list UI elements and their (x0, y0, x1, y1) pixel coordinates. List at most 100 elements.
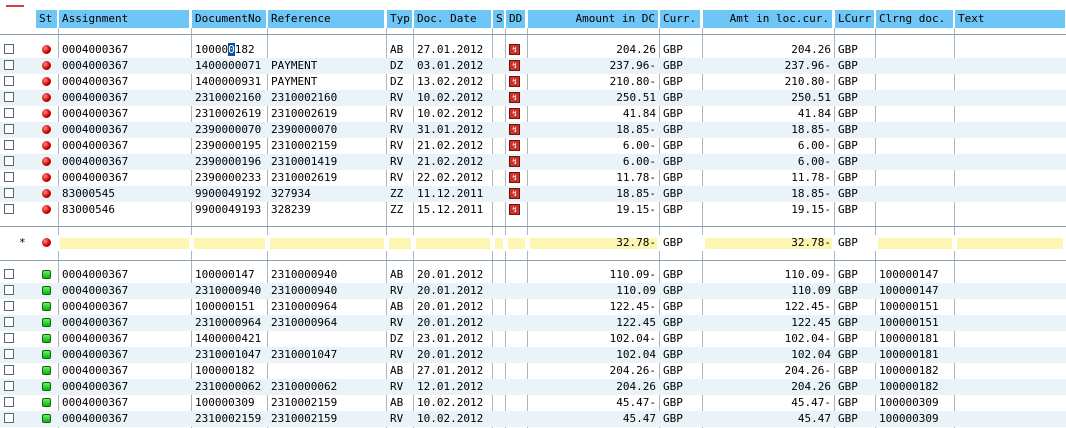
column-header-curr[interactable]: Curr. (660, 10, 701, 28)
row-select-checkbox[interactable] (4, 204, 14, 214)
document-no-cell: 2310000964 (195, 316, 262, 329)
row-select-checkbox[interactable] (4, 140, 14, 150)
amount-dc-cell: 18.85- (616, 123, 656, 136)
row-select-checkbox[interactable] (4, 301, 14, 311)
table-row[interactable]: 0004000367 2310002159 2310002159 RV 10.02.20… (0, 411, 1066, 427)
table-row[interactable]: 0004000367 2310000062 2310000062 RV 12.01.20… (0, 379, 1066, 395)
document-no-cell: 1400000071 (195, 59, 262, 72)
document-display-icon[interactable]: ↯ (509, 124, 520, 135)
subtotal-curr: GBP (663, 236, 683, 249)
column-header-type[interactable]: Typ (387, 10, 413, 28)
document-display-icon[interactable]: ↯ (509, 60, 520, 71)
table-row[interactable]: ↯ 0004000367 1400000071 PAYMENT DZ 03.01.2012… (0, 58, 1066, 74)
row-select-checkbox[interactable] (4, 333, 14, 343)
row-select-checkbox[interactable] (4, 317, 14, 327)
table-row[interactable]: ↯ 0004000367 100000182 AB 27.01.2012 204.26 GB… (0, 42, 1066, 58)
row-select-checkbox[interactable] (4, 172, 14, 182)
row-select-checkbox[interactable] (4, 60, 14, 70)
column-header-s[interactable]: S (493, 10, 505, 28)
document-display-icon[interactable]: ↯ (509, 172, 520, 183)
document-no-cell: 100000309 (195, 396, 255, 409)
table-row[interactable]: ↯ 0004000367 2390000233 2310002619 RV 22.02.2… (0, 170, 1066, 186)
document-no-cell: 2390000196 (195, 155, 262, 168)
reference-cell: 328239 (271, 203, 311, 216)
table-row[interactable]: ↯ 0004000367 1400000931 PAYMENT DZ 13.02.2012… (0, 74, 1066, 90)
row-select-checkbox[interactable] (4, 44, 14, 54)
column-header-assignment[interactable]: Assignment (59, 10, 190, 28)
column-header-amount-dc[interactable]: Amount in DC (528, 10, 659, 28)
row-select-checkbox[interactable] (4, 124, 14, 134)
reference-cell: PAYMENT (271, 75, 318, 88)
document-display-icon[interactable]: ↯ (509, 188, 520, 199)
document-display-icon[interactable]: ↯ (509, 76, 520, 87)
type-cell: RV (390, 155, 404, 168)
assignment-cell: 0004000367 (62, 123, 129, 136)
column-header-clrng-doc[interactable]: Clrng doc. (876, 10, 954, 28)
table-row[interactable]: ↯ 0004000367 2390000195 2310002159 RV 21.02.2… (0, 138, 1066, 154)
clrng-doc-cell (876, 106, 954, 122)
curr-cell: GBP (663, 284, 683, 297)
column-header-lcurr[interactable]: LCurr (835, 10, 875, 28)
table-row[interactable]: 0004000367 2310000964 2310000964 RV 20.01.20… (0, 315, 1066, 331)
row-select-checkbox[interactable] (4, 413, 14, 423)
table-row[interactable]: 0004000367 100000309 2310002159 AB 10.02.201… (0, 395, 1066, 411)
table-row[interactable]: 0004000367 100000151 2310000964 AB 20.01.201… (0, 299, 1066, 315)
curr-cell: GBP (663, 187, 683, 200)
row-select-checkbox[interactable] (4, 76, 14, 86)
assignment-cell: 0004000367 (62, 380, 129, 393)
clrng-doc-cell (876, 170, 954, 186)
type-cell: ZZ (390, 187, 404, 200)
row-select-checkbox[interactable] (4, 381, 14, 391)
document-no-cell: 2310002159 (195, 412, 262, 425)
row-select-checkbox[interactable] (4, 397, 14, 407)
row-select-checkbox[interactable] (4, 108, 14, 118)
table-row[interactable]: ↯ 0004000367 2310002160 2310002160 RV 10.02.2… (0, 90, 1066, 106)
amount-dc-cell: 122.45 (616, 316, 656, 329)
document-display-icon[interactable]: ↯ (509, 92, 520, 103)
table-row[interactable]: 0004000367 100000147 2310000940 AB 20.01.201… (0, 267, 1066, 283)
row-select-checkbox[interactable] (4, 92, 14, 102)
row-select-checkbox[interactable] (4, 365, 14, 375)
status-red-icon (42, 93, 51, 102)
row-select-checkbox[interactable] (4, 285, 14, 295)
type-cell: RV (390, 316, 404, 329)
lcurr-cell: GBP (838, 412, 858, 425)
document-display-icon[interactable]: ↯ (509, 156, 520, 167)
column-header-document-no[interactable]: DocumentNo (192, 10, 267, 28)
column-header-amt-loc[interactable]: Amt in loc.cur. (703, 10, 833, 28)
table-row[interactable]: ↯ 0004000367 2390000070 2390000070 RV 31.01.2… (0, 122, 1066, 138)
assignment-cell: 0004000367 (62, 75, 129, 88)
row-select-checkbox[interactable] (4, 349, 14, 359)
curr-cell: GBP (663, 107, 683, 120)
amt-loc-cell: 110.09- (784, 268, 831, 281)
column-header-reference[interactable]: Reference (268, 10, 385, 28)
table-row[interactable]: 0004000367 2310001047 2310001047 RV 20.01.20… (0, 347, 1066, 363)
reference-cell: 2310000964 (271, 300, 338, 313)
table-row[interactable]: ↯ 83000546 9900049193 328239 ZZ 15.12.2011 19.… (0, 202, 1066, 218)
assignment-cell: 0004000367 (62, 107, 129, 120)
table-row[interactable]: 0004000367 2310000940 2310000940 RV 20.01.20… (0, 283, 1066, 299)
status-red-icon (42, 238, 51, 247)
document-display-icon[interactable]: ↯ (509, 204, 520, 215)
column-header-doc-date[interactable]: Doc. Date (414, 10, 492, 28)
doc-date-cell: 12.01.2012 (417, 380, 484, 393)
document-display-icon[interactable]: ↯ (509, 44, 520, 55)
curr-cell: GBP (663, 203, 683, 216)
status-red-icon (42, 157, 51, 166)
table-row[interactable]: ↯ 0004000367 2310002619 2310002619 RV 10.02.2… (0, 106, 1066, 122)
amount-dc-cell: 204.26 (616, 43, 656, 56)
table-row[interactable]: ↯ 83000545 9900049192 327934 ZZ 11.12.2011 18.… (0, 186, 1066, 202)
table-row[interactable]: ↯ 0004000367 2390000196 2310001419 RV 21.02.2… (0, 154, 1066, 170)
row-select-checkbox[interactable] (4, 156, 14, 166)
column-header-status[interactable]: St (36, 10, 58, 28)
document-display-icon[interactable]: ↯ (509, 140, 520, 151)
document-display-icon[interactable]: ↯ (509, 108, 520, 119)
column-header-dd[interactable]: DD (506, 10, 526, 28)
table-row[interactable]: 0004000367 100000182 AB 27.01.2012 204.26- GB… (0, 363, 1066, 379)
type-cell: RV (390, 284, 404, 297)
row-select-checkbox[interactable] (4, 269, 14, 279)
row-select-checkbox[interactable] (4, 188, 14, 198)
column-header-text[interactable]: Text (955, 10, 1066, 28)
section-separator (0, 260, 1066, 261)
table-row[interactable]: 0004000367 1400000421 DZ 23.01.2012 102.04- G… (0, 331, 1066, 347)
